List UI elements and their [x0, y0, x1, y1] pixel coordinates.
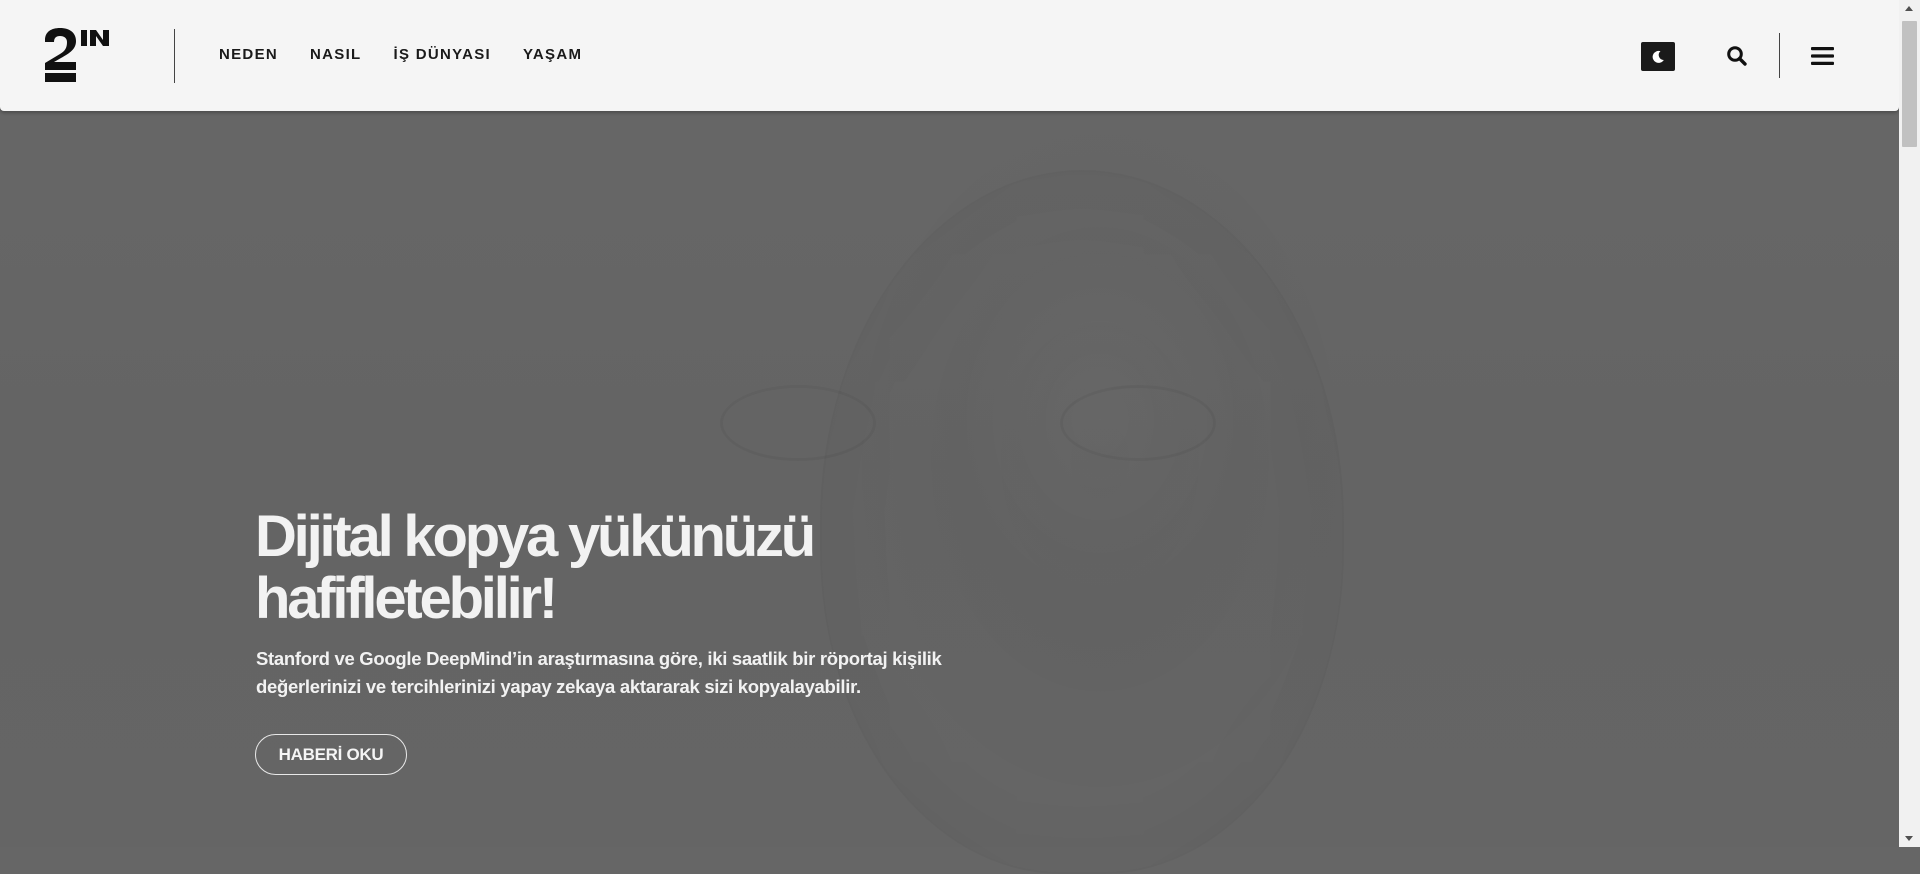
hero-image-detail — [720, 385, 876, 461]
nav-item-neden[interactable]: NEDEN — [219, 45, 278, 64]
search-button[interactable] — [1725, 44, 1749, 68]
nav-item-nasil[interactable]: NASIL — [310, 45, 362, 64]
logo-mark-icon — [45, 28, 109, 82]
menu-button[interactable] — [1810, 44, 1836, 68]
nav-item-yasam[interactable]: YAŞAM — [523, 45, 582, 64]
site-logo[interactable] — [43, 28, 115, 84]
moon-icon — [1652, 50, 1664, 63]
scroll-down-arrow-icon[interactable] — [1905, 836, 1913, 841]
dark-mode-toggle[interactable] — [1641, 42, 1675, 71]
hero-subtitle: Stanford ve Google DeepMind’in araştırma… — [256, 648, 942, 697]
hero-image-detail — [1060, 385, 1216, 461]
read-article-button[interactable]: HABERİ OKU — [255, 734, 407, 775]
scrollbar-thumb[interactable] — [1902, 21, 1917, 147]
hero-headline[interactable]: Dijital kopya yükünüzü hafifletebilir! — [255, 506, 975, 630]
header-divider — [1779, 33, 1780, 78]
scroll-up-arrow-icon[interactable] — [1905, 6, 1913, 11]
nav-item-is-dunyasi[interactable]: İŞ DÜNYASI — [394, 45, 491, 64]
search-icon — [1727, 46, 1747, 66]
hero-background — [0, 0, 1899, 847]
page-scrollbar[interactable] — [1899, 0, 1920, 847]
header-divider — [174, 29, 175, 83]
hamburger-icon — [1811, 47, 1834, 65]
site-header: NEDEN NASIL İŞ DÜNYASI YAŞAM — [0, 0, 1899, 111]
main-nav: NEDEN NASIL İŞ DÜNYASI YAŞAM — [219, 45, 614, 64]
